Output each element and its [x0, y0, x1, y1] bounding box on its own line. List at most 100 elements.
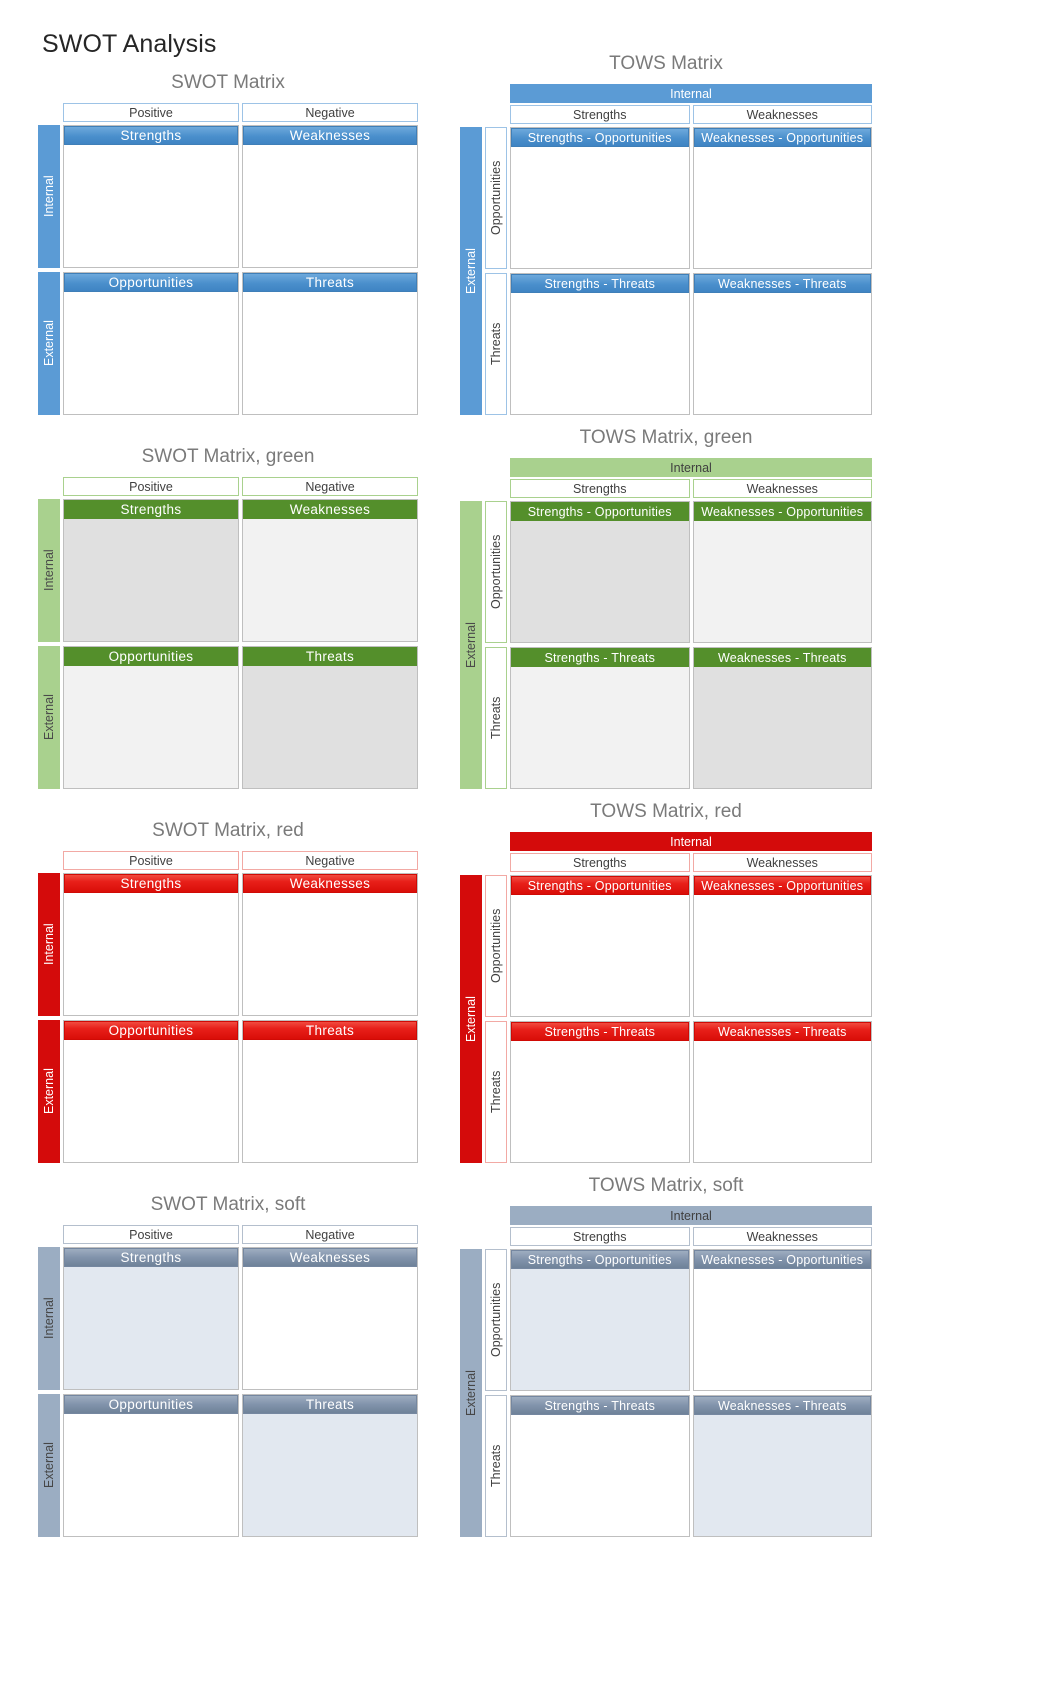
swot-red-col-header-positive: Positive [63, 851, 239, 870]
swot-green-quadrant-threats-body[interactable] [243, 666, 417, 788]
tows-soft-quadrant-wo[interactable]: Weaknesses - Opportunities [692, 1249, 872, 1391]
swot-soft-quadrant-weaknesses-body[interactable] [243, 1267, 417, 1389]
tows-green-quadrant-st-body[interactable] [511, 667, 689, 788]
tows-green-quadrant-wo[interactable]: Weaknesses - Opportunities [692, 501, 872, 643]
tows-quadrant-st-body[interactable] [511, 293, 689, 414]
swot-red-row-header-external: External [38, 1020, 60, 1163]
swot-matrix-blue-block: SWOT Matrix Positive Negative Internal S… [38, 72, 418, 415]
swot-green-quadrant-weaknesses-label: Weaknesses [243, 500, 417, 519]
tows-red-quadrant-wt-body[interactable] [693, 1041, 871, 1162]
tows-matrix-soft: Internal Strengths Weaknesses External O… [460, 1206, 872, 1537]
tows-row-header-threats: Threats [485, 273, 507, 415]
swot-soft-col-header-positive: Positive [63, 1225, 239, 1244]
swot-green-quadrant-strengths-body[interactable] [64, 519, 238, 641]
tows-soft-quadrant-so-label: Strengths - Opportunities [511, 1250, 689, 1269]
tows-red-quadrant-wt[interactable]: Weaknesses - Threats [692, 1021, 872, 1163]
tows-red-quadrant-so-body[interactable] [511, 895, 689, 1016]
swot-soft-quadrant-opportunities[interactable]: Opportunities [63, 1394, 239, 1537]
tows-quadrant-wt[interactable]: Weaknesses - Threats [692, 273, 872, 415]
tows-red-quadrant-st[interactable]: Strengths - Threats [510, 1021, 690, 1163]
swot-green-quadrant-opportunities[interactable]: Opportunities [63, 646, 239, 789]
swot-red-quadrant-strengths[interactable]: Strengths [63, 873, 239, 1016]
swot-quadrant-strengths-label: Strengths [64, 126, 238, 145]
swot-red-quadrant-weaknesses-label: Weaknesses [243, 874, 417, 893]
tows-quadrant-wo-body[interactable] [693, 147, 871, 268]
swot-soft-quadrant-threats-body[interactable] [243, 1414, 417, 1536]
swot-green-quadrant-threats[interactable]: Threats [242, 646, 418, 789]
swot-matrix-red: Positive Negative Internal Strengths Wea… [38, 851, 418, 1163]
swot-green-col-header-negative: Negative [242, 477, 418, 496]
tows-green-quadrant-wo-body[interactable] [693, 521, 871, 642]
swot-red-quadrant-opportunities-body[interactable] [64, 1040, 238, 1162]
tows-green-quadrant-wt-label: Weaknesses - Threats [693, 648, 871, 667]
page-title: SWOT Analysis [42, 30, 217, 58]
tows-red-quadrant-st-label: Strengths - Threats [511, 1022, 689, 1041]
tows-red-quadrant-wo[interactable]: Weaknesses - Opportunities [692, 875, 872, 1017]
tows-matrix-green-block: TOWS Matrix, green Internal Strengths We… [460, 427, 872, 789]
swot-quadrant-weaknesses[interactable]: Weaknesses [242, 125, 418, 268]
swot-red-quadrant-threats-label: Threats [243, 1021, 417, 1040]
swot-quadrant-weaknesses-body[interactable] [243, 145, 417, 267]
swot-quadrant-opportunities[interactable]: Opportunities [63, 272, 239, 415]
swot-soft-quadrant-strengths[interactable]: Strengths [63, 1247, 239, 1390]
swot-red-quadrant-weaknesses-body[interactable] [243, 893, 417, 1015]
tows-green-quadrant-st-label: Strengths - Threats [511, 648, 689, 667]
swot-quadrant-strengths[interactable]: Strengths [63, 125, 239, 268]
swot-row-header-external: External [38, 272, 60, 415]
tows-matrix-blue-title: TOWS Matrix [609, 53, 723, 74]
tows-quadrant-st[interactable]: Strengths - Threats [510, 273, 690, 415]
tows-soft-quadrant-so[interactable]: Strengths - Opportunities [510, 1249, 690, 1391]
swot-red-quadrant-threats[interactable]: Threats [242, 1020, 418, 1163]
tows-soft-quadrant-wt-body[interactable] [693, 1415, 871, 1536]
tows-quadrant-wo[interactable]: Weaknesses - Opportunities [692, 127, 872, 269]
swot-quadrant-weaknesses-label: Weaknesses [243, 126, 417, 145]
tows-matrix-green: Internal Strengths Weaknesses External O… [460, 458, 872, 789]
tows-quadrant-so-body[interactable] [511, 147, 689, 268]
swot-soft-quadrant-opportunities-body[interactable] [64, 1414, 238, 1536]
swot-red-quadrant-weaknesses[interactable]: Weaknesses [242, 873, 418, 1016]
tows-quadrant-wt-body[interactable] [693, 293, 871, 414]
tows-green-row-header-opportunities: Opportunities [485, 501, 507, 643]
swot-red-quadrant-opportunities[interactable]: Opportunities [63, 1020, 239, 1163]
swot-col-header-positive: Positive [63, 103, 239, 122]
swot-quadrant-opportunities-body[interactable] [64, 292, 238, 414]
swot-green-quadrant-weaknesses[interactable]: Weaknesses [242, 499, 418, 642]
swot-col-header-negative: Negative [242, 103, 418, 122]
tows-red-quadrant-so[interactable]: Strengths - Opportunities [510, 875, 690, 1017]
tows-soft-row-header-threats: Threats [485, 1395, 507, 1537]
tows-quadrant-so[interactable]: Strengths - Opportunities [510, 127, 690, 269]
tows-soft-quadrant-wo-body[interactable] [693, 1269, 871, 1390]
swot-matrix-soft-block: SWOT Matrix, soft Positive Negative Inte… [38, 1194, 418, 1537]
tows-soft-quadrant-st[interactable]: Strengths - Threats [510, 1395, 690, 1537]
tows-red-quadrant-st-body[interactable] [511, 1041, 689, 1162]
tows-soft-row-header-external: External [460, 1249, 482, 1537]
tows-red-col-header-weaknesses: Weaknesses [692, 853, 872, 872]
swot-quadrant-strengths-body[interactable] [64, 145, 238, 267]
tows-green-quadrant-so[interactable]: Strengths - Opportunities [510, 501, 690, 643]
swot-soft-quadrant-weaknesses[interactable]: Weaknesses [242, 1247, 418, 1390]
swot-red-quadrant-threats-body[interactable] [243, 1040, 417, 1162]
swot-soft-quadrant-threats[interactable]: Threats [242, 1394, 418, 1537]
tows-green-quadrant-wt-body[interactable] [693, 667, 871, 788]
tows-soft-quadrant-so-body[interactable] [511, 1269, 689, 1390]
swot-green-quadrant-strengths-label: Strengths [64, 500, 238, 519]
tows-red-quadrant-wo-body[interactable] [693, 895, 871, 1016]
tows-top-bar-internal: Internal [510, 84, 872, 103]
tows-quadrant-wt-label: Weaknesses - Threats [693, 274, 871, 293]
tows-quadrant-so-label: Strengths - Opportunities [511, 128, 689, 147]
tows-green-quadrant-wt[interactable]: Weaknesses - Threats [692, 647, 872, 789]
swot-red-quadrant-strengths-body[interactable] [64, 893, 238, 1015]
tows-soft-quadrant-wt[interactable]: Weaknesses - Threats [692, 1395, 872, 1537]
tows-green-quadrant-so-body[interactable] [511, 521, 689, 642]
swot-green-quadrant-strengths[interactable]: Strengths [63, 499, 239, 642]
swot-green-col-header-positive: Positive [63, 477, 239, 496]
swot-quadrant-threats[interactable]: Threats [242, 272, 418, 415]
tows-soft-quadrant-wt-label: Weaknesses - Threats [693, 1396, 871, 1415]
swot-green-quadrant-opportunities-body[interactable] [64, 666, 238, 788]
swot-green-quadrant-weaknesses-body[interactable] [243, 519, 417, 641]
swot-soft-quadrant-weaknesses-label: Weaknesses [243, 1248, 417, 1267]
swot-soft-quadrant-strengths-body[interactable] [64, 1267, 238, 1389]
tows-soft-quadrant-st-body[interactable] [511, 1415, 689, 1536]
tows-green-quadrant-st[interactable]: Strengths - Threats [510, 647, 690, 789]
swot-quadrant-threats-body[interactable] [243, 292, 417, 414]
